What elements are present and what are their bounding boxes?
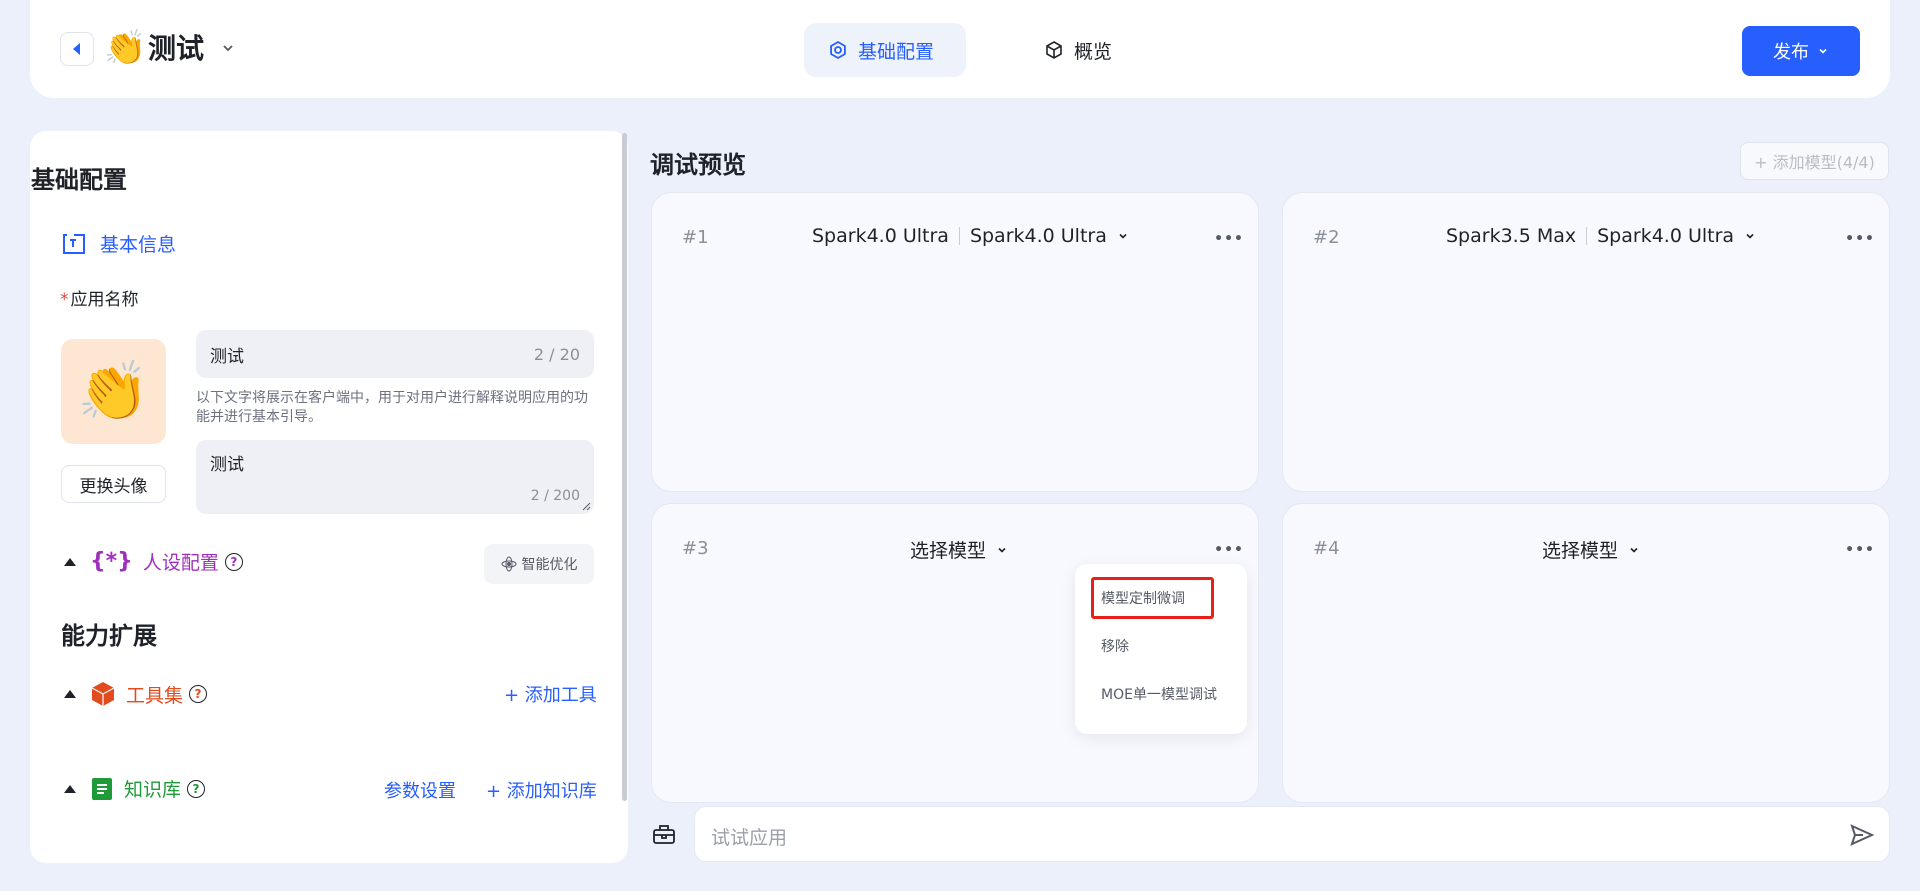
tab-label: 概览 (1074, 40, 1113, 63)
card-number: #4 (1313, 538, 1340, 559)
add-model-button[interactable]: + 添加模型(4/4) (1740, 142, 1889, 180)
add-tool-link[interactable]: + 添加工具 (504, 681, 597, 707)
highlight-box (1091, 577, 1214, 619)
collapse-triangle-icon[interactable] (64, 557, 76, 566)
atom-icon (501, 556, 516, 572)
tab-basic-config[interactable]: 基础配置 (804, 23, 966, 77)
help-icon[interactable]: ? (224, 552, 243, 571)
app-emoji-icon: 👏 (104, 28, 147, 68)
back-button[interactable] (60, 32, 94, 66)
divider (1586, 227, 1588, 245)
chat-placeholder: 试试应用 (711, 827, 788, 849)
publish-label: 发布 (1773, 42, 1809, 63)
model-name: Spark4.0 Ultra (969, 225, 1107, 247)
model-card-4: #4 选择模型 ••• (1282, 503, 1890, 803)
app-title[interactable]: 测试 (148, 31, 204, 67)
smart-optimize-label: 智能优化 (521, 557, 578, 573)
tab-label: 基础配置 (858, 40, 935, 63)
knowledge-label: 知识库 (124, 779, 182, 801)
required-star: * (60, 290, 69, 310)
model-name: Spark4.0 Ultra (812, 225, 949, 247)
model-name: 选择模型 (910, 540, 987, 562)
knowledge-row[interactable]: 知识库 ? (64, 775, 206, 802)
app-name-label: * 应用名称 (60, 285, 139, 310)
basic-info-label: 基本信息 (100, 234, 177, 256)
change-avatar-button[interactable]: 更换头像 (61, 465, 166, 503)
resize-handle-icon[interactable] (582, 502, 591, 511)
help-icon[interactable]: ? (187, 779, 206, 798)
help-icon[interactable]: ? (189, 685, 208, 703)
desc-value: 测试 (210, 455, 244, 475)
collapse-triangle-icon[interactable] (64, 784, 76, 793)
name-value: 测试 (210, 346, 244, 367)
chevron-down-icon[interactable] (218, 38, 238, 58)
braces-icon: {*} (90, 549, 133, 574)
document-icon (92, 777, 112, 800)
top-header: 👏 测试 基础配置 概览 发布 (30, 0, 1890, 98)
model-name: Spark4.0 Ultra (1597, 225, 1735, 247)
cube-icon (1046, 41, 1062, 59)
avatar[interactable]: 👏 (61, 339, 166, 444)
card-number: #3 (682, 538, 709, 559)
model-name: Spark3.5 Max (1446, 225, 1577, 247)
divider (958, 227, 960, 245)
helper-text: 以下文字将展示在客户端中，用于对用户进行解释说明应用的功能并进行基本引导。 (196, 390, 588, 425)
ability-title: 能力扩展 (61, 622, 157, 650)
more-icon[interactable]: ••• (1845, 542, 1875, 558)
chevron-down-icon (1119, 233, 1127, 239)
toolset-label: 工具集 (126, 684, 184, 707)
card-number: #1 (682, 227, 709, 248)
model-selector[interactable]: 选择模型 (1542, 536, 1640, 563)
scrollbar[interactable] (622, 133, 627, 801)
send-icon[interactable] (1849, 822, 1875, 848)
app-name-input[interactable]: 测试 2 / 20 (196, 330, 594, 378)
toolset-row[interactable]: 工具集 ? (64, 680, 208, 708)
chevron-down-icon (1630, 547, 1638, 553)
menu-item-remove[interactable]: 移除 (1101, 636, 1129, 656)
add-knowledge-link[interactable]: + 添加知识库 (486, 777, 597, 803)
model-card-1: #1 Spark4.0 Ultra Spark4.0 Ultra ••• (651, 192, 1259, 492)
debug-preview-title: 调试预览 (650, 151, 746, 179)
chevron-down-icon (1819, 48, 1827, 54)
chevron-down-icon (1746, 233, 1754, 239)
app-name-text: 应用名称 (70, 290, 139, 310)
persona-config-row[interactable]: {*} 人设配置 ? (64, 548, 243, 575)
more-icon[interactable]: ••• (1845, 231, 1875, 247)
toolbox-icon[interactable] (652, 822, 676, 846)
more-icon[interactable]: ••• (1214, 542, 1244, 558)
tab-overview[interactable]: 概览 (1020, 23, 1150, 77)
desc-count: 2 / 200 (530, 488, 580, 504)
clapping-hands-icon: 👏 (77, 357, 150, 425)
persona-label: 人设配置 (142, 552, 219, 574)
smart-optimize-button[interactable]: 智能优化 (484, 544, 594, 584)
more-icon[interactable]: ••• (1214, 231, 1244, 247)
model-card-2: #2 Spark3.5 Max Spark4.0 Ultra ••• (1282, 192, 1890, 492)
model-selector[interactable]: Spark3.5 Max Spark4.0 Ultra (1446, 225, 1756, 247)
publish-button[interactable]: 发布 (1742, 26, 1860, 76)
description-textarea[interactable]: 测试 2 / 200 (196, 440, 594, 514)
collapse-triangle-icon[interactable] (64, 690, 76, 698)
chat-input[interactable]: 试试应用 (694, 806, 1890, 862)
box-icon (91, 682, 115, 706)
basic-info-link[interactable]: 基本信息 (62, 230, 176, 257)
section-title: 基础配置 (31, 166, 127, 194)
menu-item-moe-debug[interactable]: MOE单一模型调试 (1101, 684, 1217, 704)
name-count: 2 / 20 (533, 344, 580, 364)
gear-icon (830, 40, 846, 60)
model-selector[interactable]: 选择模型 (910, 536, 1008, 563)
model-name: 选择模型 (1542, 540, 1619, 562)
back-arrow-icon (72, 43, 80, 55)
model-selector[interactable]: Spark4.0 Ultra Spark4.0 Ultra (812, 225, 1129, 247)
info-card-icon (63, 233, 85, 254)
card-number: #2 (1313, 227, 1340, 248)
chevron-down-icon (998, 547, 1006, 553)
param-settings-link[interactable]: 参数设置 (384, 777, 456, 803)
